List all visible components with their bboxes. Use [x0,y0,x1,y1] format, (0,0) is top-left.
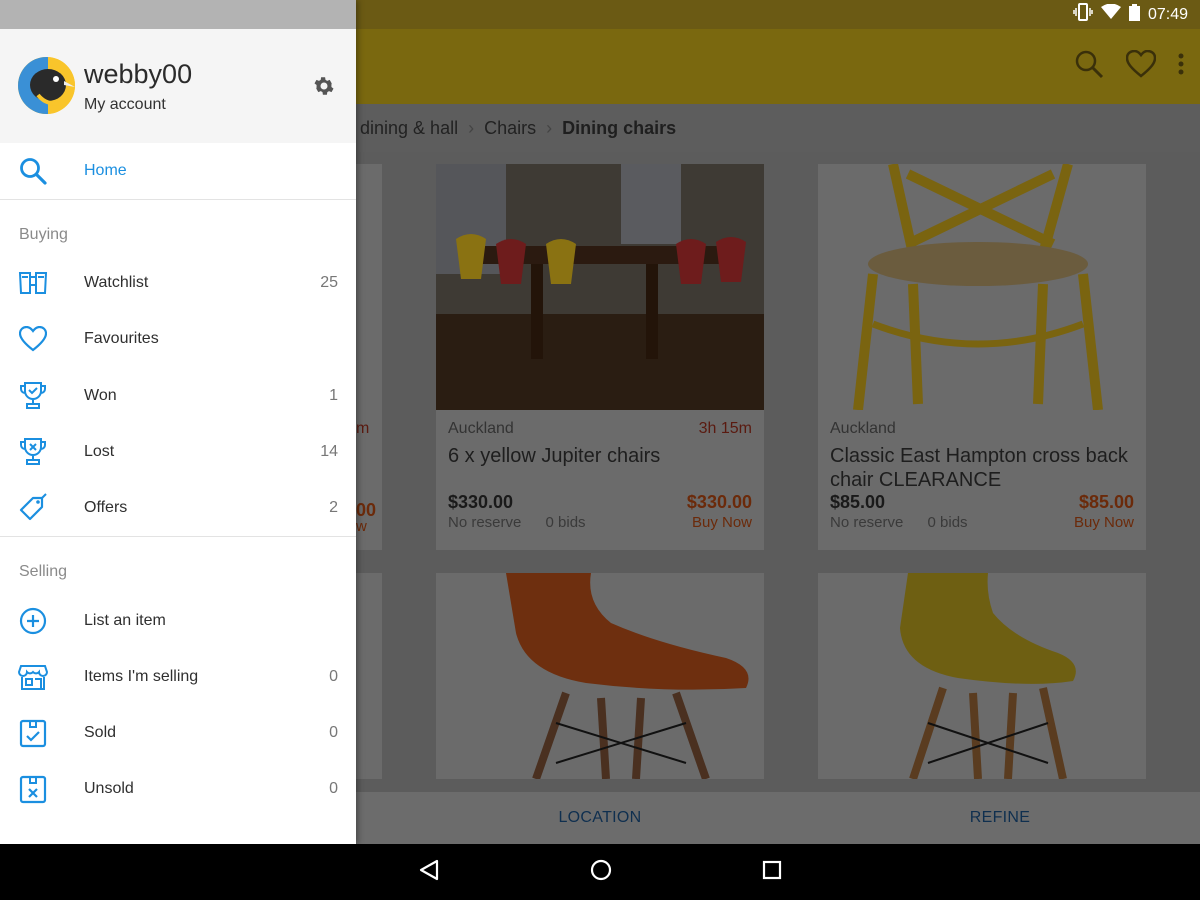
storefront-icon [18,662,48,692]
binoculars-icon [18,268,48,298]
listing-photo [818,573,1146,784]
listing-card[interactable]: Auckland Classic East Hampton cross back… [818,164,1146,550]
drawer-item-list-an-item[interactable]: List an item [0,593,356,649]
vibrate-icon [1073,3,1093,26]
listing-location: Auckland [830,420,896,437]
clock: 07:49 [1147,5,1188,23]
listing-buy-label: Buy Now [1073,514,1134,531]
drawer-item-label: Lost [84,443,115,460]
listing-buy-label: Buy Now [691,514,752,531]
count-badge: 14 [320,443,338,460]
listing-buy-price: $85.00 [1078,492,1134,512]
listing-reserve: No reserve [830,514,904,531]
drawer-item-label: Favourites [84,330,159,347]
drawer-item-label: Unsold [84,780,134,797]
recents-icon[interactable] [762,860,782,885]
count-badge: 0 [329,780,338,797]
drawer-item-label: Offers [84,499,128,516]
drawer-item-label: Watchlist [84,274,149,291]
breadcrumb-item[interactable]: Chairs [484,118,536,139]
count-badge: 2 [329,499,338,516]
trophy-x-icon [18,437,48,467]
listing-card[interactable]: m 00 w [356,164,382,550]
search-icon[interactable] [1074,49,1104,84]
search-icon [18,156,48,186]
drawer-item-watchlist[interactable]: Watchlist 25 [0,255,356,311]
drawer-item-label: Items I'm selling [84,668,199,685]
heart-icon [18,324,48,354]
divider [0,199,356,200]
listing-card[interactable]: Auckland 3h 15m 6 x yellow Jupiter chair… [436,164,764,550]
section-header-selling: Selling [19,563,68,580]
box-x-icon [18,774,48,804]
listing-title[interactable]: Classic East Hampton cross back chair CL… [830,444,1134,492]
breadcrumb-item[interactable]: e, dining & hall [340,118,458,139]
refine-button[interactable]: REFINE [800,792,1200,844]
section-header-buying: Buying [19,226,68,243]
drawer-status-strip [0,0,356,29]
count-badge: 25 [320,274,338,291]
count-badge: 0 [329,724,338,741]
location-button[interactable]: LOCATION [400,792,800,844]
drawer-item-sold[interactable]: Sold 0 [0,705,356,761]
system-nav-bar [0,844,1200,900]
drawer-item-items-selling[interactable]: Items I'm selling 0 [0,649,356,705]
drawer-item-label: Won [84,387,117,404]
heart-icon[interactable] [1125,49,1157,83]
listing-timer: m [356,420,370,437]
home-nav-icon[interactable] [590,859,612,886]
chevron-right-icon: › [468,117,475,138]
drawer-item-favourites[interactable]: Favourites [0,311,356,367]
listing-card[interactable] [436,573,764,781]
listing-card[interactable] [818,573,1146,781]
plus-circle-icon [18,606,48,636]
listing-bids: 0 bids [927,514,968,531]
drawer-header[interactable]: webby00 My account [0,29,356,143]
box-check-icon [18,718,48,748]
listing-card[interactable] [356,573,382,779]
listing-bids: 0 bids [545,514,586,531]
count-badge: 0 [329,668,338,685]
overflow-menu-icon[interactable] [1178,53,1184,80]
divider [0,536,356,537]
listing-buy-price: $330.00 [686,492,752,512]
drawer-item-home[interactable]: Home [0,143,356,199]
price-tag-icon [18,493,48,523]
listing-timer: 3h 15m [698,420,752,437]
drawer-item-won[interactable]: Won 1 [0,368,356,424]
user-name: webby00 [84,59,193,89]
drawer-item-label: Sold [84,724,117,741]
listing-title[interactable]: 6 x yellow Jupiter chairs [448,444,752,468]
listing-reserve: No reserve [448,514,522,531]
listing-photo [818,164,1146,410]
chevron-right-icon: › [546,117,553,138]
drawer-item-label: Home [84,162,127,179]
gear-icon[interactable] [312,74,336,98]
listing-photo [436,573,764,784]
back-icon[interactable] [418,859,440,886]
my-account-link[interactable]: My account [84,96,166,114]
breadcrumb-current: Dining chairs [562,117,677,138]
drawer-item-lost[interactable]: Lost 14 [0,424,356,480]
listing-buy-label: w [356,518,367,535]
drawer-item-offers[interactable]: Offers 2 [0,480,356,536]
count-badge: 1 [329,387,338,404]
avatar[interactable] [18,57,75,114]
battery-icon [1128,3,1140,26]
wifi-icon [1100,3,1121,25]
listing-photo [436,164,764,410]
trophy-check-icon [18,381,48,411]
drawer-item-label: List an item [84,612,166,629]
navigation-drawer: webby00 My account Home Buying Watchlist… [0,0,356,844]
drawer-item-unsold[interactable]: Unsold 0 [0,761,356,817]
